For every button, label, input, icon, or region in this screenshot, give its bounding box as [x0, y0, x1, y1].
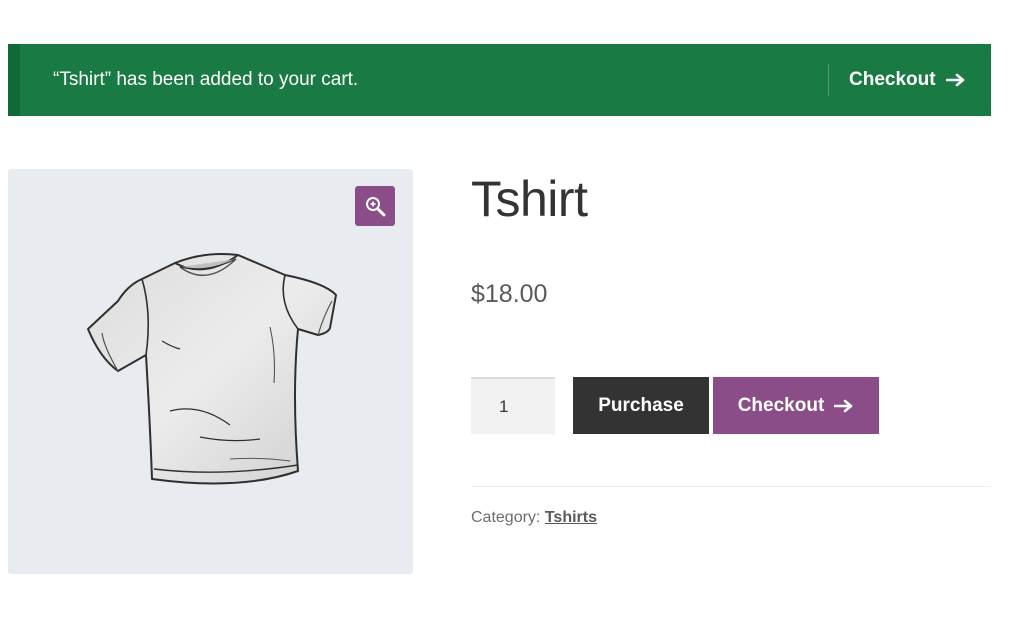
product-price: $18.00: [471, 280, 548, 308]
magnifier-plus-icon: [366, 197, 386, 217]
added-to-cart-notice: “Tshirt” has been added to your cart. Ch…: [8, 44, 991, 116]
product-title: Tshirt: [471, 171, 588, 227]
divider: [471, 486, 991, 487]
notice-message: “Tshirt” has been added to your cart.: [53, 69, 359, 90]
tshirt-image[interactable]: [80, 243, 350, 493]
category-label: Category:: [471, 509, 541, 526]
notice-divider: [828, 64, 829, 96]
product-gallery: [8, 169, 413, 574]
product-meta: Category: Tshirts: [471, 509, 597, 527]
category-link[interactable]: Tshirts: [545, 509, 597, 526]
zoom-button[interactable]: [355, 186, 395, 226]
quantity-input[interactable]: [471, 377, 555, 434]
arrow-right-icon: [834, 399, 853, 412]
arrow-right-icon: [945, 73, 964, 87]
checkout-button[interactable]: Checkout: [713, 377, 879, 434]
notice-checkout-link[interactable]: Checkout: [849, 44, 966, 116]
purchase-button[interactable]: Purchase: [573, 377, 709, 434]
notice-checkout-label: Checkout: [849, 69, 936, 90]
checkout-button-label: Checkout: [737, 394, 825, 416]
